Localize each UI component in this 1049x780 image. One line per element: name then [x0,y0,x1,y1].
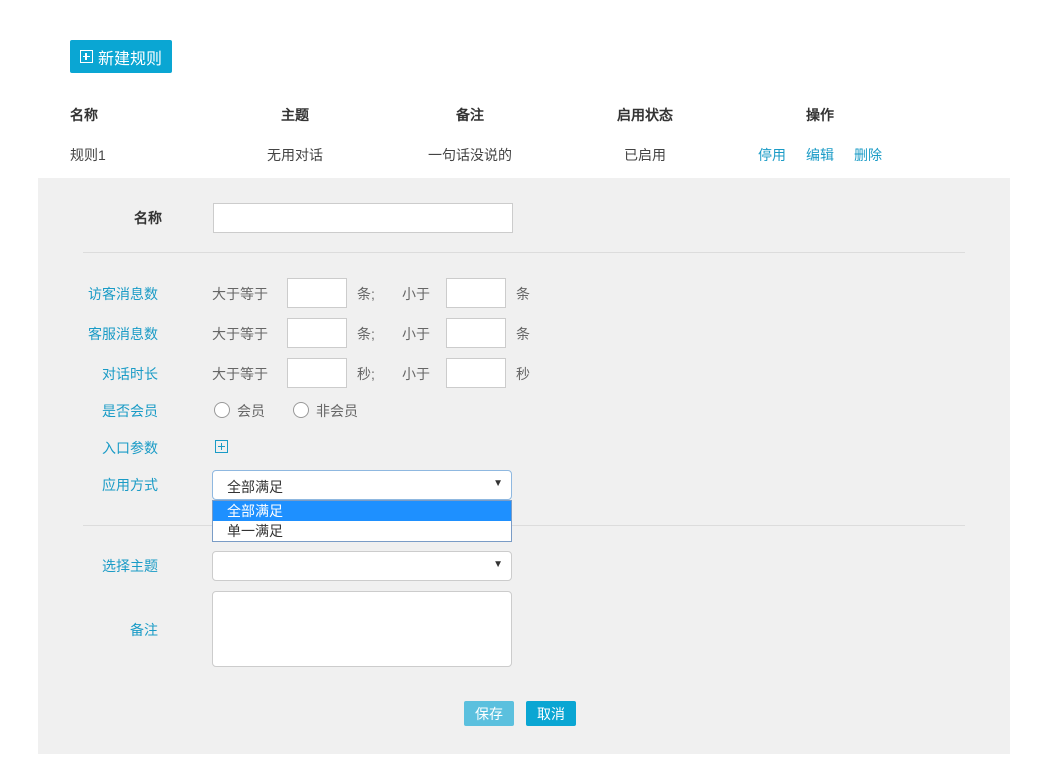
new-rule-button[interactable]: 新建规则 [70,40,172,73]
row-name: 规则1 [70,147,106,163]
unit-text: 条 [516,326,530,342]
save-button[interactable]: 保存 [464,701,514,726]
member-option-label: 会员 [237,403,265,419]
entry-param-label: 入口参数 [102,440,158,456]
plus-square-icon [79,50,93,63]
lt-text: 小于 [402,366,430,382]
caret-down-icon: ▼ [493,559,503,570]
lt-text: 小于 [402,286,430,302]
row-topic: 无用对话 [267,147,323,163]
gte-text: 大于等于 [212,366,268,382]
apply-mode-dropdown: 全部满足 单一满足 [212,500,512,542]
unit-text: 秒 [516,366,530,382]
unit-text: 条; [357,326,375,342]
topic-select[interactable]: ▼ [212,551,512,581]
disable-link[interactable]: 停用 [758,145,786,165]
remark-label: 备注 [130,622,158,638]
row-status: 已启用 [624,147,666,163]
unit-text: 秒; [357,366,375,382]
duration-min-input[interactable] [287,358,347,388]
new-rule-label: 新建规则 [97,50,162,68]
visitor-msg-max-input[interactable] [446,278,506,308]
divider [83,252,965,253]
name-input[interactable] [213,203,513,233]
row-remark: 一句话没说的 [428,147,512,163]
name-label: 名称 [134,210,162,226]
apply-mode-value: 全部满足 [227,479,283,495]
member-radio[interactable] [214,402,230,418]
duration-label: 对话时长 [102,366,158,382]
lt-text: 小于 [402,326,430,342]
topic-label: 选择主题 [102,558,158,574]
visitor-msg-min-input[interactable] [287,278,347,308]
column-header-topic: 主题 [281,107,309,123]
column-header-status: 启用状态 [617,107,673,123]
non-member-radio[interactable] [293,402,309,418]
rule-edit-panel [38,178,1010,754]
option-any-match[interactable]: 单一满足 [213,521,511,541]
unit-text: 条; [357,286,375,302]
apply-mode-label: 应用方式 [102,477,158,493]
apply-mode-select[interactable]: 全部满足 ▼ [212,470,512,500]
caret-down-icon: ▼ [493,478,503,489]
remark-textarea[interactable] [212,591,512,667]
column-header-name: 名称 [70,107,98,123]
edit-link[interactable]: 编辑 [806,145,834,165]
option-all-match[interactable]: 全部满足 [213,501,511,521]
cancel-button[interactable]: 取消 [526,701,576,726]
delete-link[interactable]: 删除 [854,145,882,165]
agent-msg-label: 客服消息数 [88,326,158,342]
unit-text: 条 [516,286,530,302]
gte-text: 大于等于 [212,326,268,342]
column-header-remark: 备注 [456,107,484,123]
visitor-msg-label: 访客消息数 [88,286,158,302]
add-entry-param-icon[interactable] [215,440,228,453]
member-label: 是否会员 [102,403,158,419]
non-member-option-label: 非会员 [316,403,358,419]
agent-msg-max-input[interactable] [446,318,506,348]
agent-msg-min-input[interactable] [287,318,347,348]
column-header-actions: 操作 [806,107,834,123]
duration-max-input[interactable] [446,358,506,388]
gte-text: 大于等于 [212,286,268,302]
